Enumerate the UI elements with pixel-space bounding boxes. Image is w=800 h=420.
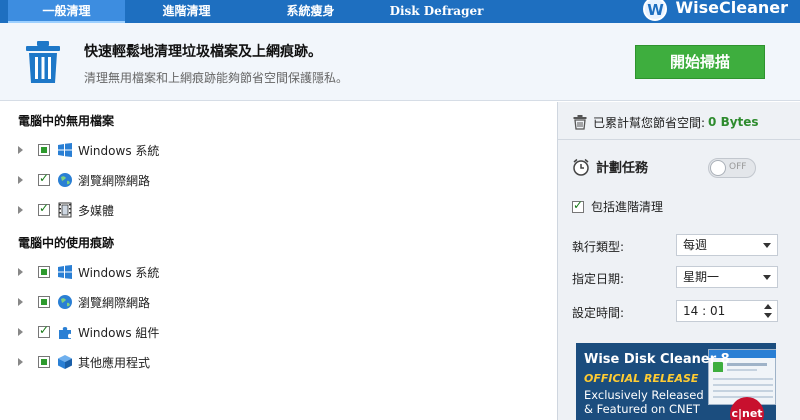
tree-item-label: 瀏覽網際網路 <box>78 295 151 310</box>
trash-icon <box>26 41 60 83</box>
spin-up-icon[interactable] <box>764 304 772 309</box>
chevron-down-icon[interactable] <box>763 243 771 248</box>
tab-disk-defrager[interactable]: Disk Defrager <box>378 0 495 23</box>
tree-item-label: Windows 系統 <box>78 143 160 158</box>
tree-item-label: Windows 組件 <box>78 325 160 340</box>
checkbox[interactable] <box>38 296 50 308</box>
expand-caret-icon[interactable] <box>18 298 23 306</box>
date-select[interactable]: 星期一 <box>676 266 778 288</box>
section-title-junk-files: 電腦中的無用檔案 <box>18 114 115 128</box>
date-value: 星期一 <box>683 270 720 284</box>
spin-buttons[interactable] <box>764 304 772 318</box>
tab-advanced-clean[interactable]: 進階清理 <box>128 0 245 23</box>
checkbox[interactable] <box>38 323 50 338</box>
ad-tag: OFFICIAL RELEASE <box>584 372 699 385</box>
tree-item-label: 瀏覽網際網路 <box>78 173 151 188</box>
tab-general-clean[interactable]: 一般清理 <box>8 0 125 23</box>
expand-caret-icon[interactable] <box>18 206 23 214</box>
expand-caret-icon[interactable] <box>18 146 23 154</box>
saved-space-label: 已累計幫您節省空間: <box>593 115 706 130</box>
saved-space-value: 0 Bytes <box>708 115 759 129</box>
tree-item-other-apps[interactable]: 其他應用程式 <box>0 351 150 373</box>
brand-name: WiseCleaner <box>675 0 788 17</box>
tree-item-browsing-traces[interactable]: 瀏覽網際網路 <box>0 291 150 313</box>
tree-item-windows-components[interactable]: Windows 組件 <box>0 321 159 343</box>
windows-icon <box>58 143 72 157</box>
right-panel: 已累計幫您節省空間: 0 Bytes 計劃任務 OFF 包括進階清理 執行類型:… <box>557 102 800 420</box>
expand-caret-icon[interactable] <box>18 328 23 336</box>
brand: W WiseCleaner <box>643 0 800 23</box>
time-spinner[interactable]: 14 : 01 <box>676 300 778 322</box>
windows-icon <box>58 265 72 279</box>
header-banner: 快速輕鬆地清理垃圾檔案及上網痕跡。 清理無用檔案和上網痕跡能夠節省空間保護隱私。… <box>0 23 800 101</box>
tree-item-windows-system-traces[interactable]: Windows 系統 <box>0 261 159 283</box>
toggle-state-text: OFF <box>729 162 747 172</box>
box-icon <box>58 355 72 369</box>
checkbox[interactable] <box>38 356 50 368</box>
tree-item-windows-system[interactable]: Windows 系統 <box>0 139 159 161</box>
tree-item-multimedia[interactable]: 多媒體 <box>0 199 114 221</box>
expand-caret-icon[interactable] <box>18 176 23 184</box>
schedule-toggle[interactable]: OFF <box>708 158 756 178</box>
checkbox[interactable] <box>38 266 50 278</box>
expand-caret-icon[interactable] <box>18 358 23 366</box>
tree-item-label: 其他應用程式 <box>78 355 151 370</box>
time-value: 14 : 01 <box>683 304 726 318</box>
clock-icon <box>573 158 589 176</box>
globe-icon <box>58 173 72 187</box>
trash-small-icon <box>573 115 587 130</box>
toggle-knob <box>710 160 726 176</box>
run-type-value: 每週 <box>683 238 708 252</box>
wisecleaner-logo-icon: W <box>643 0 668 21</box>
time-label: 設定時間: <box>572 306 625 320</box>
expand-caret-icon[interactable] <box>18 268 23 276</box>
spin-down-icon[interactable] <box>764 313 772 318</box>
header-subtitle: 清理無用檔案和上網痕跡能夠節省空間保護隱私。 <box>84 71 349 85</box>
include-advanced-checkbox[interactable] <box>572 198 584 213</box>
header-title: 快速輕鬆地清理垃圾檔案及上網痕跡。 <box>84 44 322 60</box>
ad-line-2: & Featured on CNET <box>584 402 700 416</box>
chevron-down-icon[interactable] <box>763 275 771 280</box>
start-scan-button[interactable]: 開始掃描 <box>635 45 765 79</box>
globe-icon <box>58 295 72 309</box>
tree-item-browsing[interactable]: 瀏覽網際網路 <box>0 169 150 191</box>
ad-banner[interactable]: Wise Disk Cleaner 8 OFFICIAL RELEASE Exc… <box>576 343 776 420</box>
divider <box>558 139 800 140</box>
section-title-usage-traces: 電腦中的使用痕跡 <box>18 236 115 250</box>
tab-system-slim[interactable]: 系統瘦身 <box>252 0 369 23</box>
saved-space: 已累計幫您節省空間: 0 Bytes <box>572 112 759 132</box>
tree-item-label: 多媒體 <box>78 203 115 218</box>
checkbox[interactable] <box>38 144 50 156</box>
include-advanced-option[interactable]: 包括進階清理 <box>572 198 663 215</box>
tree-item-label: Windows 系統 <box>78 265 160 280</box>
date-label: 指定日期: <box>572 272 625 286</box>
include-advanced-label: 包括進階清理 <box>591 200 664 214</box>
checkbox[interactable] <box>38 171 50 186</box>
ad-line-1: Exclusively Released <box>584 388 704 402</box>
clean-items-tree: 電腦中的無用檔案 Windows 系統 瀏覽網際網路 多媒體 電腦中的使用痕跡 … <box>0 102 556 420</box>
puzzle-icon <box>59 327 71 339</box>
film-icon <box>58 202 72 218</box>
run-type-select[interactable]: 每週 <box>676 234 778 256</box>
top-tab-bar: 一般清理 進階清理 系統瘦身 Disk Defrager W WiseClean… <box>0 0 800 23</box>
schedule-header: 計劃任務 <box>572 157 648 176</box>
checkbox[interactable] <box>38 201 50 216</box>
schedule-label: 計劃任務 <box>596 161 649 176</box>
ad-title: Wise Disk Cleaner 8 <box>584 352 730 367</box>
run-type-label: 執行類型: <box>572 240 625 254</box>
